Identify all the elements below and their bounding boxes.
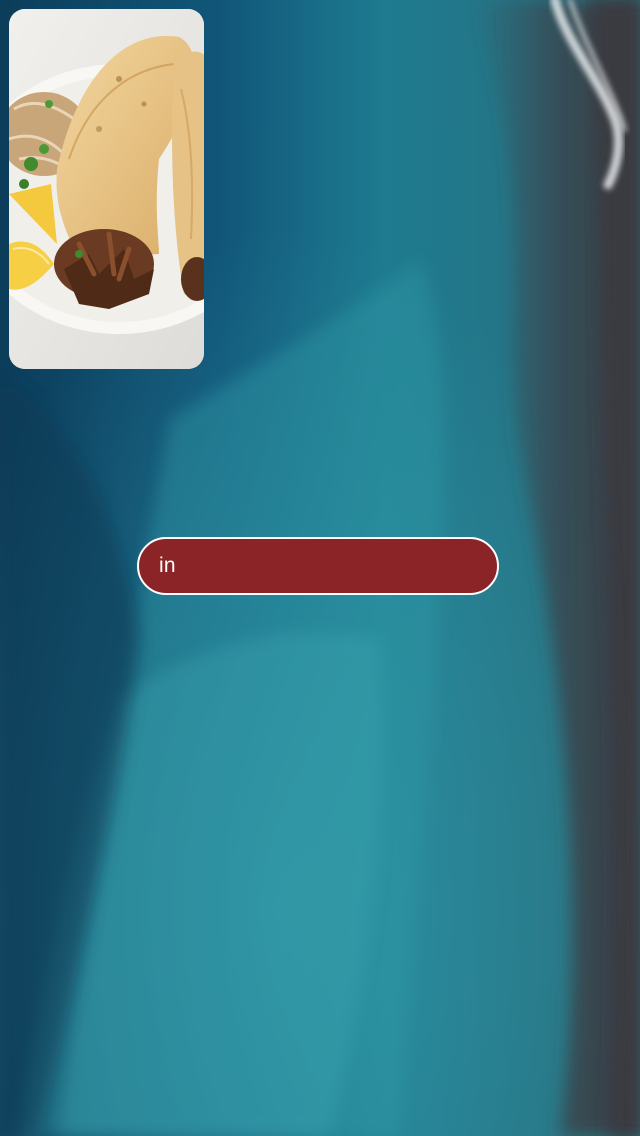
input-value: in <box>159 554 176 577</box>
food-preview-image[interactable] <box>9 9 204 369</box>
text-input-field[interactable]: in <box>137 537 499 595</box>
